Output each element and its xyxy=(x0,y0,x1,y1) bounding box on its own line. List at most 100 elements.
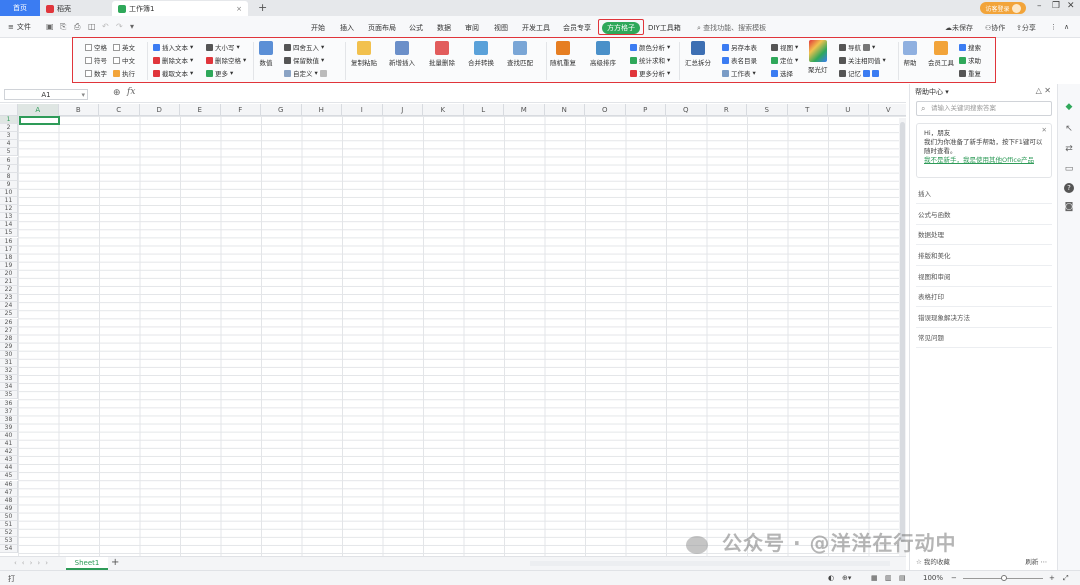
fx-icon[interactable]: fx xyxy=(127,87,135,97)
row-header[interactable]: 38 xyxy=(0,415,18,424)
save-icon[interactable]: ▣ xyxy=(46,22,54,31)
column-header[interactable]: P xyxy=(626,104,666,116)
row-header[interactable]: 43 xyxy=(0,456,18,465)
column-header[interactable]: O xyxy=(585,104,626,116)
row-header[interactable]: 3 xyxy=(0,132,18,141)
vertical-scrollbar[interactable] xyxy=(899,118,906,556)
tab-home[interactable]: 首页 xyxy=(0,0,40,16)
row-header[interactable]: 49 xyxy=(0,504,18,513)
color-analysis-button[interactable]: 颜色分析 ▾ xyxy=(630,42,670,52)
ask-help-button[interactable]: 求助 xyxy=(959,55,981,65)
row-header[interactable]: 15 xyxy=(0,229,18,238)
row-header[interactable]: 21 xyxy=(0,278,18,287)
collapse-ribbon-icon[interactable]: ∧ xyxy=(1064,23,1069,31)
column-header[interactable]: G xyxy=(261,104,302,116)
row-header[interactable]: 1 xyxy=(0,116,18,125)
tab-view[interactable]: 视图 xyxy=(494,23,508,33)
row-header[interactable]: 51 xyxy=(0,521,18,530)
tab-insert[interactable]: 插入 xyxy=(340,23,354,33)
screen-icon[interactable] xyxy=(863,69,870,77)
undo-icon[interactable]: ↶ xyxy=(102,22,109,31)
locate-button[interactable]: 定位 ▾ xyxy=(771,55,798,65)
column-header[interactable]: A xyxy=(18,104,59,116)
row-header[interactable]: 13 xyxy=(0,213,18,222)
row-header[interactable]: 24 xyxy=(0,302,18,311)
row-header[interactable]: 10 xyxy=(0,188,18,197)
row-header[interactable]: 23 xyxy=(0,294,18,303)
scroll-thumb[interactable] xyxy=(900,122,905,542)
fullscreen-icon[interactable]: ⤢ xyxy=(1063,574,1069,583)
column-header[interactable]: I xyxy=(342,104,383,116)
row-header[interactable]: 9 xyxy=(0,180,18,189)
row-header[interactable]: 54 xyxy=(0,545,18,554)
row-header[interactable]: 14 xyxy=(0,221,18,230)
help-category-formula[interactable]: 公式与函数 xyxy=(916,205,1052,225)
column-header[interactable]: M xyxy=(504,104,545,116)
row-header[interactable]: 17 xyxy=(0,245,18,254)
row-header[interactable]: 36 xyxy=(0,399,18,408)
numeric-button[interactable]: 数值 xyxy=(259,41,273,67)
spotlight-button[interactable]: 聚光灯 xyxy=(808,40,828,74)
cursor-icon[interactable]: ↖ xyxy=(1064,124,1074,134)
help-category-errors[interactable]: 错误现象解决方法 xyxy=(916,308,1052,328)
custom-button[interactable]: 自定义 ▾ xyxy=(284,68,327,78)
column-header[interactable]: N xyxy=(545,104,585,116)
collab-button[interactable]: ⚇协作 xyxy=(985,23,1005,33)
new-insert-button[interactable]: 新增插入 xyxy=(389,41,415,67)
pin-icon[interactable] xyxy=(872,69,879,77)
close-window-icon[interactable]: ✕ xyxy=(1067,1,1075,11)
insert-text-button[interactable]: 插入文本 ▾ xyxy=(153,42,193,52)
column-header[interactable]: H xyxy=(302,104,342,116)
column-header[interactable]: D xyxy=(140,104,180,116)
row-header[interactable]: 7 xyxy=(0,164,18,173)
transfer-icon[interactable]: ⇄ xyxy=(1064,144,1074,154)
advanced-sort-button[interactable]: 高级排序 xyxy=(590,41,616,67)
remove-space-button[interactable]: 删除空格 ▾ xyxy=(206,55,246,65)
document-icon[interactable]: ▭ xyxy=(1064,164,1074,174)
keep-value-button[interactable]: 保留数值 ▾ xyxy=(284,55,324,65)
row-header[interactable]: 22 xyxy=(0,286,18,295)
spreadsheet-grid[interactable]: ABCDEFGHIJKLMNOPQRSTUV 1 2 3 4 5 6 7 8 9 10 11 12 13… xyxy=(0,104,906,556)
file-menu[interactable]: ≡ 文件 xyxy=(8,22,31,32)
column-header[interactable]: T xyxy=(788,104,828,116)
page-break-view-icon[interactable]: ▤ xyxy=(899,574,906,582)
repeat-button[interactable]: 重复 xyxy=(959,68,981,78)
select-all-corner[interactable] xyxy=(0,104,18,116)
batch-delete-button[interactable]: 批量删除 xyxy=(429,41,455,67)
page-layout-view-icon[interactable]: ▥ xyxy=(885,574,892,582)
checkbox-symbol[interactable]: 符号 xyxy=(85,55,107,65)
row-header[interactable]: 39 xyxy=(0,423,18,432)
row-header[interactable]: 33 xyxy=(0,375,18,384)
row-header[interactable]: 20 xyxy=(0,269,18,278)
row-header[interactable]: 53 xyxy=(0,537,18,546)
restore-icon[interactable]: ❐ xyxy=(1052,1,1060,11)
sheet-nav-icons[interactable]: ‹‹››› xyxy=(14,559,53,567)
member-tools-button[interactable]: 会员工具 xyxy=(928,41,954,67)
row-header[interactable]: 12 xyxy=(0,205,18,214)
navigate-button[interactable]: 导航 ▾ xyxy=(839,42,875,52)
tab-data[interactable]: 数据 xyxy=(437,23,451,33)
help-category-insert[interactable]: 插入 xyxy=(916,184,1052,204)
column-header[interactable]: F xyxy=(221,104,261,116)
row-header[interactable]: 8 xyxy=(0,172,18,181)
column-header[interactable]: Q xyxy=(666,104,707,116)
row-header[interactable]: 41 xyxy=(0,440,18,449)
help-category-print[interactable]: 表格打印 xyxy=(916,287,1052,307)
backup-icon[interactable]: ◙ xyxy=(1064,202,1074,212)
name-box[interactable]: A1 ▾ xyxy=(4,89,88,100)
row-header[interactable]: 28 xyxy=(0,334,18,343)
refresh-button[interactable]: 刷新 ⋯ xyxy=(1025,556,1047,566)
column-header[interactable]: S xyxy=(747,104,788,116)
favorites-button[interactable]: ☆ 我的收藏 xyxy=(916,556,950,566)
tab-diy-toolbox[interactable]: DIY工具箱 xyxy=(648,23,681,33)
function-search[interactable]: ⌕ 查找功能、搜索模板 xyxy=(697,23,766,33)
share-button[interactable]: ⇪分享 xyxy=(1016,23,1036,33)
row-header[interactable]: 47 xyxy=(0,488,18,497)
row-header[interactable]: 16 xyxy=(0,237,18,246)
help-category-format[interactable]: 排版和美化 xyxy=(916,246,1052,266)
case-button[interactable]: 大小写 ▾ xyxy=(206,42,240,52)
customize-icon[interactable]: ▾ xyxy=(130,22,134,31)
cell-area[interactable] xyxy=(18,116,906,556)
export-icon[interactable]: ⎘ xyxy=(60,22,66,32)
row-header[interactable]: 4 xyxy=(0,140,18,149)
